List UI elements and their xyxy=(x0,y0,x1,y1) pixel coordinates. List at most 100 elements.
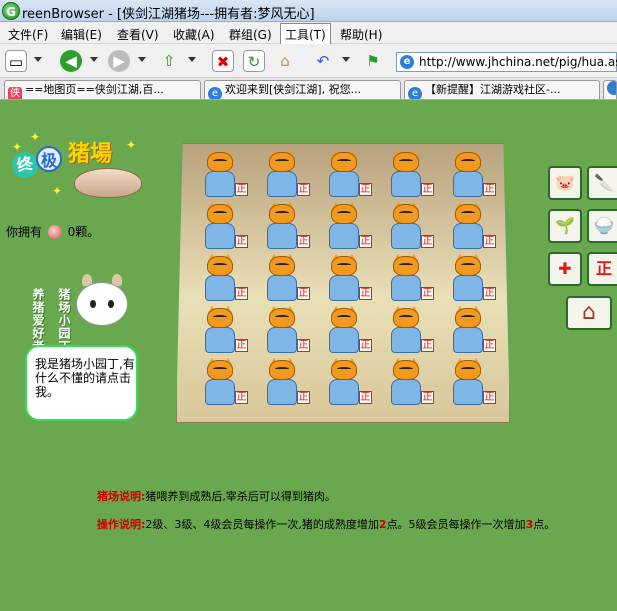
pig-slot[interactable]: 正 xyxy=(199,150,249,200)
butcher-button[interactable]: 🔪 xyxy=(587,166,617,200)
sign-button[interactable]: 正 xyxy=(587,252,617,286)
pig-slot[interactable]: 正 xyxy=(385,358,435,408)
red-cross-icon: ✚ xyxy=(558,259,572,278)
menu-file[interactable]: 文件(F) xyxy=(8,26,48,43)
new-dropdown-icon[interactable] xyxy=(34,57,42,62)
home-icon[interactable]: ⌂ xyxy=(274,50,296,72)
tab-more[interactable] xyxy=(603,80,617,99)
stamp-icon: 正 xyxy=(297,235,310,248)
pig-slot[interactable]: 正 xyxy=(323,358,373,408)
pig-slot[interactable]: 正 xyxy=(261,358,311,408)
ie-icon: e xyxy=(400,55,414,69)
menu-favorites[interactable]: 收藏(A) xyxy=(173,26,215,43)
pig-slot[interactable]: 正 xyxy=(447,150,497,200)
back-icon[interactable]: ◀ xyxy=(60,50,82,72)
undo-close-icon[interactable]: ↶ xyxy=(312,50,334,72)
pig-slot[interactable]: 正 xyxy=(199,254,249,304)
flag-icon[interactable]: ⚑ xyxy=(362,50,384,72)
greenbrowser-logo-icon[interactable]: G xyxy=(2,2,20,20)
menu-group[interactable]: 群组(G) xyxy=(229,26,272,43)
stamp-icon: 正 xyxy=(421,339,434,352)
stamp-icon: 正 xyxy=(359,183,372,196)
pig-slot[interactable]: 正 xyxy=(385,150,435,200)
go-up-icon[interactable]: ⇧ xyxy=(158,50,180,72)
pig-farm-logo: ✦ ✦ ✦ ✦ 终 极 猪場 xyxy=(8,130,148,210)
pig-face-icon: 🐷 xyxy=(555,173,575,192)
pig-slot[interactable]: 正 xyxy=(199,306,249,356)
bowl-button[interactable]: 🍚 xyxy=(587,209,617,243)
tab-map[interactable]: 侠 ==地图页==侠剑江湖,百... xyxy=(4,80,201,99)
feed-pig-button[interactable]: 🐷 xyxy=(548,166,582,200)
pig-slot[interactable]: 正 xyxy=(447,202,497,252)
pig-slot[interactable]: 正 xyxy=(323,150,373,200)
seed-button[interactable]: 🌱 xyxy=(548,209,582,243)
menu-view[interactable]: 查看(V) xyxy=(117,26,159,43)
title-bar: G reenBrowser - [侠剑江湖猪场---拥有者:梦风无心] xyxy=(0,0,617,22)
refresh-icon[interactable]: ↻ xyxy=(243,50,265,72)
pig-slot[interactable]: 正 xyxy=(261,254,311,304)
sign-stamp-icon: 正 xyxy=(595,259,612,278)
stamp-icon: 正 xyxy=(483,183,496,196)
seed-icon: 🌱 xyxy=(555,216,575,235)
pig-slot[interactable]: 正 xyxy=(323,202,373,252)
pig-slot[interactable]: 正 xyxy=(261,202,311,252)
operation-description: 操作说明:2级、3级、4级会员每操作一次,猪的成熟度增加2点。5级会员每操作一次… xyxy=(97,518,556,531)
stamp-icon: 正 xyxy=(359,391,372,404)
page-content: ✦ ✦ ✦ ✦ 终 极 猪場 你拥有 0颗。 养猪爱好者 猪场小园丁 我是猪场小… xyxy=(0,100,617,611)
menu-help[interactable]: 帮助(H) xyxy=(340,26,382,43)
stamp-icon: 正 xyxy=(297,391,310,404)
stamp-icon: 正 xyxy=(421,391,434,404)
stamp-icon: 正 xyxy=(483,339,496,352)
forward-dropdown-icon[interactable] xyxy=(138,57,146,62)
go-up-dropdown-icon[interactable] xyxy=(188,57,196,62)
stop-icon[interactable]: ✖ xyxy=(212,50,234,72)
pig-slot[interactable]: 正 xyxy=(199,202,249,252)
helper-right-text: 猪场小园丁 xyxy=(57,288,71,353)
pig-slot[interactable]: 正 xyxy=(385,254,435,304)
stamp-icon: 正 xyxy=(421,183,434,196)
home-button[interactable]: ⌂ xyxy=(566,296,612,330)
tab-welcome[interactable]: e 欢迎来到[侠剑江湖], 祝您... xyxy=(204,80,401,99)
stamp-icon: 正 xyxy=(421,287,434,300)
pig-slot[interactable]: 正 xyxy=(447,358,497,408)
stamp-icon: 正 xyxy=(297,339,310,352)
pig-slot[interactable]: 正 xyxy=(447,254,497,304)
new-page-icon[interactable]: ▭ xyxy=(5,50,27,72)
star-icon: ✦ xyxy=(12,140,23,154)
stamp-icon: 正 xyxy=(235,183,248,196)
undo-dropdown-icon[interactable] xyxy=(342,57,350,62)
heal-button[interactable]: ✚ xyxy=(548,252,582,286)
stamp-icon: 正 xyxy=(297,183,310,196)
address-bar[interactable]: e http://www.jhchina.net/pig/hua.asp xyxy=(396,52,617,72)
helper-speech-bubble[interactable]: 我是猪场小园丁,有什么不懂的请点击我。 xyxy=(25,345,138,421)
pig-slot[interactable]: 正 xyxy=(261,306,311,356)
forward-icon[interactable]: ▶ xyxy=(108,50,130,72)
stamp-icon: 正 xyxy=(483,391,496,404)
stamp-icon: 正 xyxy=(297,287,310,300)
pig-slot[interactable]: 正 xyxy=(385,202,435,252)
cow-mascot-icon[interactable] xyxy=(76,272,128,342)
toolbar: ▭ ◀ ▶ ⇧ ✖ ↻ ⌂ ↶ ⚑ e http://www.jhchina.n… xyxy=(0,44,617,78)
tab-community[interactable]: e 【新提醒】江湖游戏社区-... xyxy=(404,80,600,99)
bubble-text: 我是猪场小园丁,有什么不懂的请点击我。 xyxy=(35,357,135,399)
pig-slot[interactable]: 正 xyxy=(199,358,249,408)
back-dropdown-icon[interactable] xyxy=(90,57,98,62)
farm-description: 猪场说明:猪喂养到成熟后,宰杀后可以得到猪肉。 xyxy=(97,490,336,503)
pig-slot[interactable]: 正 xyxy=(261,150,311,200)
pig-image xyxy=(74,168,142,198)
house-icon: ⌂ xyxy=(582,300,596,325)
tab-ie-icon: e xyxy=(408,87,422,99)
menu-tools[interactable]: 工具(T) xyxy=(280,23,331,46)
pig-slot[interactable]: 正 xyxy=(385,306,435,356)
menu-edit[interactable]: 编辑(E) xyxy=(61,26,102,43)
stamp-icon: 正 xyxy=(359,235,372,248)
menu-bar: 文件(F) 编辑(E) 查看(V) 收藏(A) 群组(G) 工具(T) 帮助(H… xyxy=(0,22,617,46)
address-input[interactable]: http://www.jhchina.net/pig/hua.asp xyxy=(419,55,617,69)
stamp-icon: 正 xyxy=(483,287,496,300)
star-icon: ✦ xyxy=(52,184,63,198)
pig-slot[interactable]: 正 xyxy=(323,254,373,304)
helper-left-text: 养猪爱好者 xyxy=(31,288,45,353)
pig-slot[interactable]: 正 xyxy=(323,306,373,356)
stamp-icon: 正 xyxy=(235,235,248,248)
pig-slot[interactable]: 正 xyxy=(447,306,497,356)
